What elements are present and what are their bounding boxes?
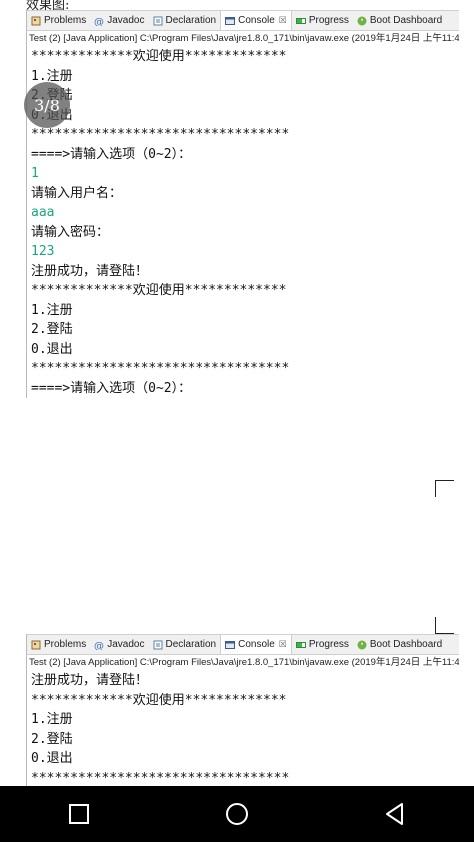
tab-javadoc[interactable]: @ Javadoc: [90, 635, 148, 654]
console-output: *************欢迎使用*************1.注册2.登陆0.…: [27, 47, 459, 398]
tab-label: Javadoc: [107, 639, 145, 650]
tab-boot-dashboard[interactable]: Boot Dashboard: [353, 635, 446, 654]
home-button[interactable]: [217, 794, 257, 834]
console-panel-1: Problems @ Javadoc Declaration Console ☒…: [26, 10, 459, 398]
tab-declaration[interactable]: Declaration: [149, 635, 221, 654]
console-line: *************欢迎使用*************: [31, 283, 287, 298]
tab-boot-dashboard[interactable]: Boot Dashboard: [353, 11, 446, 30]
tab-label: Boot Dashboard: [369, 639, 443, 650]
launch-path: Test (2) [Java Application] C:\Program F…: [29, 33, 459, 44]
tab-label: Progress: [308, 15, 349, 26]
console-line: 0.退出: [31, 341, 73, 357]
problems-icon: [31, 16, 41, 26]
boot-dashboard-icon: [357, 16, 367, 26]
console-line: *********************************: [31, 361, 290, 376]
svg-text:@: @: [94, 641, 104, 650]
triangle-back-icon: [386, 803, 403, 825]
console-line: 1.注册: [31, 68, 73, 84]
javadoc-icon: @: [94, 16, 104, 28]
view-tab-bar: Problems @ Javadoc Declaration Console ☒…: [27, 10, 459, 31]
console-icon: [225, 640, 236, 650]
console-line: 2.登陆: [31, 731, 73, 747]
console-line: 2.登陆: [31, 322, 73, 337]
console-line: 请输入密码：: [31, 224, 110, 240]
square-icon: [69, 804, 89, 824]
back-button[interactable]: [375, 794, 415, 834]
console-icon: [225, 16, 236, 26]
launch-path: Test (2) [Java Application] C:\Program F…: [29, 657, 459, 668]
tab-problems[interactable]: Problems: [27, 635, 90, 654]
console-line: ====>请输入选项（0~2）：: [31, 380, 192, 396]
page-counter-badge: 3/8: [24, 82, 70, 128]
declaration-icon: [153, 640, 163, 650]
console-panel-2: Problems @ Javadoc Declaration Console ☒…: [26, 634, 459, 788]
problems-icon: [31, 640, 41, 650]
tab-label: Declaration: [165, 15, 217, 26]
console-line: 0.退出: [31, 751, 73, 766]
declaration-icon: [153, 16, 163, 26]
tab-label: Javadoc: [107, 15, 145, 26]
recent-apps-button[interactable]: [59, 794, 99, 834]
tab-progress[interactable]: Progress: [292, 635, 353, 654]
console-output: 注册成功，请登陆！ *************欢迎使用************* 1…: [27, 671, 459, 788]
tab-label: Problems: [44, 639, 87, 650]
console-line: 1.注册: [31, 302, 73, 318]
navigation-bar: [0, 786, 474, 842]
circle-icon: [226, 803, 248, 825]
console-line: 请输入用户名：: [31, 185, 123, 201]
tab-console[interactable]: Console ☒: [220, 11, 292, 30]
console-line: ====>请输入选项（0~2）：: [31, 146, 192, 162]
view-tab-bar: Problems @ Javadoc Declaration Console ☒…: [27, 634, 459, 655]
svg-text:@: @: [94, 17, 104, 26]
tab-javadoc[interactable]: @ Javadoc: [90, 11, 148, 30]
progress-icon: [295, 640, 306, 650]
progress-icon: [295, 16, 306, 26]
corner-mark: [435, 617, 454, 634]
corner-mark: [435, 480, 454, 497]
tab-label: Console: [238, 15, 275, 26]
console-line: *************欢迎使用*************: [31, 692, 287, 708]
close-tab-icon[interactable]: ☒: [279, 15, 287, 26]
console-line: 123: [31, 244, 55, 259]
console-line: 1.注册: [31, 712, 73, 727]
tab-label: Console: [238, 639, 275, 650]
console-line: 0.退出: [27, 106, 459, 126]
tab-label: Declaration: [165, 639, 217, 650]
tab-problems[interactable]: Problems: [27, 11, 90, 30]
console-line: aaa: [31, 205, 55, 220]
javadoc-icon: @: [94, 640, 104, 652]
tab-declaration[interactable]: Declaration: [149, 11, 221, 30]
tab-label: Boot Dashboard: [369, 15, 443, 26]
console-line: 2.登陆: [27, 86, 459, 106]
console-line: 1: [31, 166, 39, 181]
boot-dashboard-icon: [357, 640, 367, 650]
tab-label: Problems: [44, 15, 87, 26]
close-tab-icon[interactable]: ☒: [279, 639, 287, 650]
console-line: *********************************: [31, 127, 290, 142]
console-line: 注册成功，请登陆！: [31, 263, 149, 279]
tab-label: Progress: [308, 639, 349, 650]
console-line: *************欢迎使用*************: [31, 49, 287, 64]
tab-console[interactable]: Console ☒: [220, 635, 292, 654]
tab-progress[interactable]: Progress: [292, 11, 353, 30]
console-line: 注册成功，请登陆！: [31, 673, 149, 688]
